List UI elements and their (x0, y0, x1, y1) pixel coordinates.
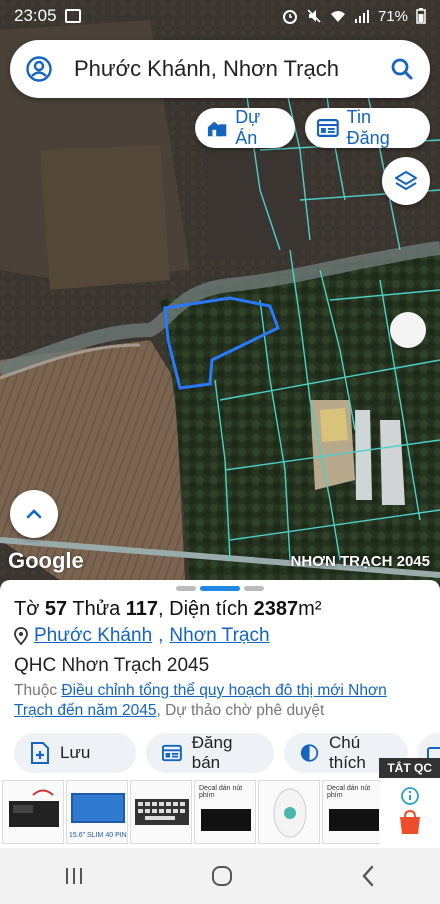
save-label: Lưu (60, 743, 91, 762)
parcel-info-sheet[interactable]: Tờ 57 Thửa 117, Diện tích 2387m² Phước K… (0, 580, 440, 780)
recent-apps-icon[interactable] (62, 866, 86, 886)
save-button[interactable]: Lưu (14, 733, 136, 773)
ad-banner[interactable]: 15.6" SLIM 40 PIN Decal dán nút phím Dec… (0, 778, 440, 848)
expand-up-button[interactable] (10, 490, 58, 538)
chevron-up-icon (26, 509, 42, 519)
android-nav-bar (0, 848, 440, 904)
ad-caption: Decal dán nút phím (327, 785, 371, 799)
ad-item[interactable]: 15.6" SLIM 40 PIN (66, 780, 128, 844)
alarm-icon (282, 10, 297, 24)
ad-item[interactable] (2, 780, 64, 844)
battery-icon (416, 8, 426, 24)
ad-item[interactable] (130, 780, 192, 844)
parcel-location: Phước Khánh, Nhơn Trạch (14, 625, 426, 647)
ad-item[interactable]: Decal dán nút phím (322, 780, 384, 844)
battery-product-image (9, 789, 59, 827)
du-an-label: Dự Án (235, 107, 261, 148)
ad-close-button[interactable]: TẮT QC (379, 758, 440, 778)
location-marker[interactable] (390, 312, 426, 348)
google-logo: Google (8, 548, 84, 573)
listing-icon (317, 119, 339, 137)
layers-button[interactable] (382, 157, 430, 205)
search-query[interactable]: Phước Khánh, Nhơn Trạch (74, 56, 390, 82)
location-pin-icon (14, 627, 28, 645)
ad-shop[interactable] (380, 778, 440, 844)
du-an-button[interactable]: Dự Án (195, 107, 295, 148)
keyboard-product-image (135, 799, 189, 825)
status-time: 23:05 (14, 6, 57, 25)
ad-caption: 15.6" SLIM 40 PIN (69, 832, 127, 839)
ad-caption: Decal dán nút phím (199, 785, 243, 799)
contrast-icon (300, 744, 319, 762)
building-icon (207, 121, 227, 137)
info-icon[interactable] (401, 787, 419, 805)
sell-label: Đăng bán (191, 733, 233, 772)
home-icon[interactable] (210, 864, 234, 888)
back-icon[interactable] (358, 864, 378, 888)
action-row: Lưu Đăng bán Chú thích (14, 733, 440, 773)
add-document-icon (31, 742, 49, 764)
gallery-icon (64, 9, 81, 23)
parcel-title: Tờ 57 Thửa 117, Diện tích 2387m² (14, 598, 322, 620)
signal-icon (354, 10, 369, 23)
sheet-handle[interactable] (14, 580, 426, 594)
plan-name: QHC Nhơn Trạch 2045 (14, 655, 210, 676)
tin-dang-label: Tin Đăng (346, 107, 390, 148)
ad-item[interactable]: Decal dán nút phím (194, 780, 256, 844)
plan-description: Thuộc Điều chỉnh tổng thể quy hoạch đô t… (14, 682, 387, 719)
wifi-icon (330, 11, 345, 22)
tin-dang-button[interactable]: Tin Đăng (305, 107, 430, 148)
ad-item[interactable] (258, 780, 320, 844)
ward-link[interactable]: Phước Khánh (34, 625, 152, 647)
search-bar[interactable]: Phước Khánh, Nhơn Trạch (10, 40, 430, 98)
district-link[interactable]: Nhơn Trạch (169, 625, 269, 647)
layers-icon (395, 171, 417, 190)
sell-button[interactable]: Đăng bán (146, 733, 274, 773)
battery-percent: 71% (377, 7, 408, 25)
search-icon[interactable] (390, 57, 414, 81)
mute-icon (307, 9, 321, 23)
plan-overlay-label: NHƠN TRẠCH 2045 (290, 553, 431, 570)
account-icon[interactable] (26, 56, 52, 82)
mouse-product-image (273, 788, 307, 838)
shopee-icon (400, 809, 420, 834)
status-bar: 23:05 71% (0, 0, 440, 32)
listing-icon (162, 744, 182, 762)
